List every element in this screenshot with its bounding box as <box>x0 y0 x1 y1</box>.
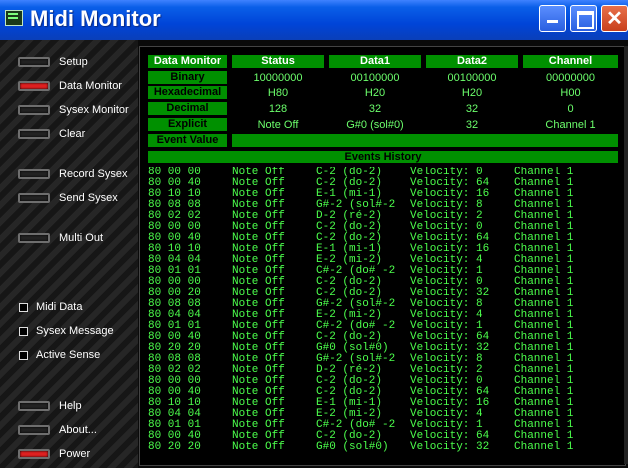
button-label: Setup <box>59 56 88 68</box>
checkbox-label: Active Sense <box>36 349 101 361</box>
value-cell: Note Off <box>257 119 299 131</box>
led-indicator <box>18 449 50 459</box>
minimize-icon <box>540 20 565 31</box>
about-button[interactable]: About... <box>18 422 97 438</box>
value-cell: 00000000 <box>546 72 595 84</box>
midi-app-icon <box>5 10 23 26</box>
value-cell: H20 <box>461 87 483 99</box>
history-cell: G#0 (sol#0) <box>316 441 389 453</box>
checkbox-box[interactable] <box>19 302 28 312</box>
led-indicator <box>18 425 50 435</box>
data-monitor-panel: Data Monitor Status Data1 Data2 Channel … <box>139 46 626 466</box>
value-cell: 00100000 <box>350 72 400 84</box>
history-cell: 80 20 20 <box>148 441 201 453</box>
value-cell: 32 <box>368 103 382 115</box>
checkbox-box[interactable] <box>19 326 28 336</box>
event-value-bar <box>232 134 618 147</box>
value-cell: 00100000 <box>447 72 497 84</box>
sysex-monitor-button[interactable]: Sysex Monitor <box>18 102 129 118</box>
value-cell: 32 <box>465 119 479 131</box>
value-cell: H80 <box>267 87 289 99</box>
window-title: Midi Monitor <box>30 6 161 31</box>
button-label: Help <box>59 400 82 412</box>
power-button[interactable]: Power <box>18 446 90 462</box>
setup-button[interactable]: Setup <box>18 54 88 70</box>
sysex-message-checkbox[interactable]: Sysex Message <box>19 324 114 338</box>
clear-button[interactable]: Clear <box>18 126 85 142</box>
history-cell: Note Off <box>232 441 285 453</box>
row-label-decimal: Decimal <box>148 102 227 115</box>
button-label: Clear <box>59 128 86 140</box>
midi-monitor-window: Midi Monitor ✕ Setup Data Monitor Sysex … <box>0 0 628 468</box>
value-cell: 0 <box>567 103 574 115</box>
row-label-hexadecimal: Hexadecimal <box>148 86 227 99</box>
led-indicator <box>18 193 50 203</box>
row-label-binary: Binary <box>148 71 227 84</box>
led-indicator <box>18 81 50 91</box>
active-sense-checkbox[interactable]: Active Sense <box>19 348 100 362</box>
checkbox-box[interactable] <box>19 350 28 360</box>
value-cell: H00 <box>560 87 581 99</box>
record-sysex-button[interactable]: Record Sysex <box>18 166 127 182</box>
button-label: Data Monitor <box>59 80 122 92</box>
led-indicator <box>18 57 50 67</box>
close-button[interactable]: ✕ <box>601 5 628 32</box>
button-label: Sysex Monitor <box>59 104 129 116</box>
help-button[interactable]: Help <box>18 398 82 414</box>
value-cell: Channel 1 <box>545 119 596 131</box>
sidebar: Setup Data Monitor Sysex Monitor Clear R… <box>0 40 138 468</box>
button-label: Power <box>59 448 91 460</box>
button-label: Send Sysex <box>59 192 118 204</box>
events-history-header: Events History <box>148 151 618 163</box>
minimize-button[interactable] <box>539 5 566 32</box>
checkbox-label: Sysex Message <box>36 325 114 337</box>
value-cell: H20 <box>364 87 386 99</box>
title-bar[interactable]: Midi Monitor ✕ <box>0 0 628 40</box>
button-label: Record Sysex <box>59 168 128 180</box>
led-indicator <box>18 129 50 139</box>
midi-data-checkbox[interactable]: Midi Data <box>19 300 82 314</box>
value-cell: 128 <box>268 103 288 115</box>
row-label-explicit: Explicit <box>148 118 227 131</box>
led-indicator <box>18 169 50 179</box>
led-indicator <box>18 233 50 243</box>
send-sysex-button[interactable]: Send Sysex <box>18 190 118 206</box>
scrollbar[interactable] <box>624 46 628 464</box>
history-row: 80 20 20 Note Off G#0 (sol#0) Velocity: 32 C… <box>148 442 614 453</box>
row-label-event-value: Event Value <box>148 134 227 147</box>
value-cell: 10000000 <box>253 72 303 84</box>
checkbox-label: Midi Data <box>36 301 83 313</box>
value-cell: G#0 (sol#0) <box>346 119 404 131</box>
led-indicator <box>18 105 50 115</box>
close-icon: ✕ <box>606 8 623 30</box>
maximize-button[interactable] <box>570 5 597 32</box>
led-indicator <box>18 401 50 411</box>
history-cell: Channel 1 <box>514 441 574 453</box>
column-header-channel: Channel <box>523 55 618 68</box>
history-cell: Velocity: 32 <box>410 441 490 453</box>
column-header-data2: Data2 <box>426 55 518 68</box>
maximize-icon <box>571 6 596 31</box>
button-label: About... <box>59 424 97 436</box>
events-history-list[interactable]: 80 00 00 Note Off C-2 (do-2) Velocity: 0 Cha… <box>148 167 614 462</box>
column-header-data1: Data1 <box>329 55 421 68</box>
button-label: Multi Out <box>59 232 104 244</box>
multi-out-button[interactable]: Multi Out <box>18 230 103 246</box>
value-cell: 32 <box>465 103 479 115</box>
panel-corner-label: Data Monitor <box>148 55 227 68</box>
column-header-status: Status <box>232 55 324 68</box>
data-monitor-button[interactable]: Data Monitor <box>18 78 122 94</box>
